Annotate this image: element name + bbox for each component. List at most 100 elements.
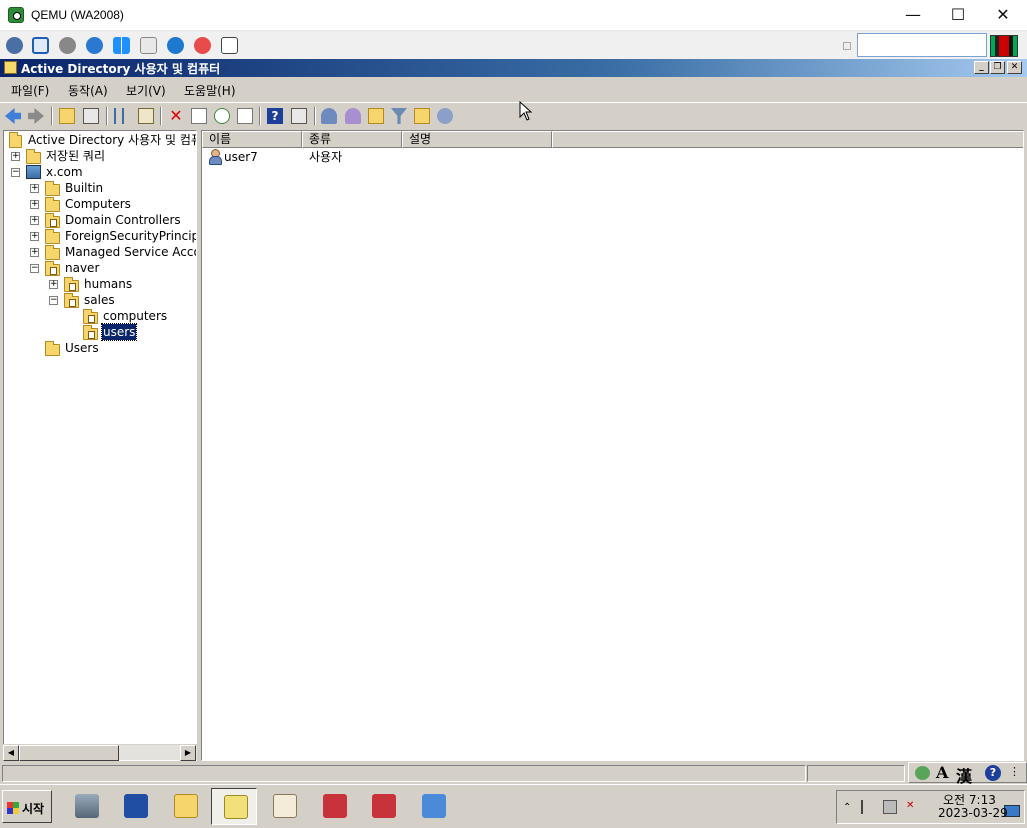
ime-help-button[interactable]: ? (985, 765, 1001, 781)
expand-icon[interactable]: + (30, 200, 39, 209)
gear-icon[interactable] (59, 37, 76, 54)
show-hide-tree-icon[interactable] (83, 108, 99, 124)
ad-users-computers-icon (224, 795, 248, 819)
properties-icon[interactable] (191, 108, 207, 124)
start-label: 시작 (22, 802, 45, 816)
column-header-name[interactable]: 이름 (202, 131, 302, 148)
taskbar-tool-2[interactable] (360, 788, 406, 825)
expand-icon[interactable]: + (30, 184, 39, 193)
tree-item-users[interactable]: Users (4, 340, 194, 356)
clock-date[interactable]: 2023-03-29 (938, 806, 1008, 820)
taskbar-ad-users-computers[interactable] (211, 788, 257, 825)
menu-action[interactable]: 동작(A) (68, 82, 108, 99)
power-off-icon[interactable] (221, 37, 238, 54)
menu-view[interactable]: 보기(V) (126, 82, 166, 99)
taskbar-tool-3[interactable] (410, 788, 456, 825)
result-list[interactable]: 이름 종류 설명 user7 사용자 (201, 130, 1024, 761)
tree-item-computers[interactable]: + Computers (4, 196, 194, 212)
taskbar-explorer[interactable] (162, 788, 208, 825)
qemu-close-button[interactable]: ✕ (980, 0, 1026, 31)
console-tree[interactable]: Active Directory 사용자 및 컴퓨 + 저장된 쿼리 − x.c… (3, 130, 197, 761)
up-level-icon[interactable] (59, 108, 75, 124)
scroll-thumb[interactable] (19, 745, 119, 761)
tree-item-label: Managed Service Acco (65, 245, 197, 259)
expand-icon[interactable]: + (11, 152, 20, 161)
chevron-up-icon[interactable]: ⌃ (843, 802, 851, 813)
paste-icon[interactable] (138, 108, 154, 124)
collapse-icon[interactable]: − (11, 168, 20, 177)
tree-item-domain-controllers[interactable]: + Domain Controllers (4, 212, 194, 228)
find-icon[interactable] (414, 108, 430, 124)
column-header-description[interactable]: 설명 (402, 131, 552, 148)
qemu-title-bar: QEMU (WA2008) — ☐ ✕ (0, 0, 1027, 31)
tree-item-domain[interactable]: − x.com (4, 164, 194, 180)
help-icon[interactable]: ? (267, 108, 283, 124)
windows-icon[interactable] (113, 37, 130, 54)
mmc-close-button[interactable]: ✕ (1007, 61, 1022, 74)
tree-item-sales[interactable]: − sales (4, 292, 194, 308)
mmc-console-icon[interactable] (291, 108, 307, 124)
tree-item-sales-users[interactable]: users (4, 323, 194, 341)
tree-item-humans[interactable]: + humans (4, 276, 194, 292)
tree-item-sales-computers[interactable]: computers (4, 308, 194, 324)
tree-item-naver[interactable]: − naver (4, 260, 194, 276)
ime-mode-indicator[interactable]: A (936, 763, 948, 782)
collapse-icon[interactable]: − (49, 296, 58, 305)
tree-horizontal-scrollbar[interactable]: ◀ ▶ (3, 744, 197, 761)
expand-icon[interactable]: + (49, 280, 58, 289)
refresh-icon[interactable] (86, 37, 103, 54)
expand-icon[interactable]: + (30, 232, 39, 241)
tree-item-builtin[interactable]: + Builtin (4, 180, 194, 196)
taskbar-server-manager[interactable] (63, 788, 109, 825)
color-picker-icon[interactable] (990, 35, 1018, 57)
ime-options-icon[interactable]: ⋮ (1009, 765, 1020, 778)
network-icon[interactable] (6, 37, 23, 54)
export-list-icon[interactable] (237, 108, 253, 124)
back-icon[interactable] (5, 108, 21, 124)
toolbar-separator (314, 107, 316, 125)
tree-item-label: naver (65, 261, 100, 275)
network-tray-icon[interactable] (883, 800, 897, 814)
new-ou-icon[interactable] (368, 108, 384, 124)
mmc-restore-button[interactable]: ❐ (990, 61, 1005, 74)
column-header-type[interactable]: 종류 (302, 131, 402, 148)
row-type: 사용자 (309, 150, 343, 164)
mmc-minimize-button[interactable]: _ (974, 61, 989, 74)
filter-icon[interactable] (391, 108, 407, 124)
disk-icon[interactable] (140, 37, 157, 54)
qemu-maximize-button[interactable]: ☐ (935, 0, 981, 31)
qemu-minimize-button[interactable]: — (890, 0, 936, 31)
flag-icon[interactable] (861, 800, 873, 814)
taskbar-powershell[interactable] (112, 788, 158, 825)
menu-file[interactable]: 파일(F) (11, 82, 49, 99)
expand-icon[interactable]: + (30, 248, 39, 257)
delete-icon[interactable]: ✕ (168, 108, 184, 124)
qemu-search-input[interactable] (857, 33, 987, 57)
stop-icon[interactable] (194, 37, 211, 54)
ime-pen-icon[interactable] (915, 766, 930, 780)
new-group-icon[interactable] (345, 108, 361, 124)
tree-item-foreign-security-principals[interactable]: + ForeignSecurityPrincipa (4, 228, 196, 244)
forward-icon[interactable] (28, 108, 44, 124)
tree-item-label: computers (103, 309, 168, 323)
taskbar-notepad[interactable] (261, 788, 307, 825)
table-row[interactable]: user7 사용자 (206, 149, 546, 165)
menu-help[interactable]: 도움말(H) (184, 82, 236, 99)
cut-icon[interactable] (114, 108, 124, 124)
taskbar-tool-1[interactable] (311, 788, 357, 825)
tree-item-managed-service-accounts[interactable]: + Managed Service Acco (4, 244, 197, 260)
collapse-icon[interactable]: − (30, 264, 39, 273)
taskbar: 시작 ⌃ ✕ (0, 784, 1027, 828)
qemu-option-checkbox[interactable] (843, 42, 851, 50)
expand-icon[interactable]: + (30, 216, 39, 225)
fullscreen-icon[interactable] (32, 37, 49, 54)
tree-item-saved-queries[interactable]: + 저장된 쿼리 (4, 148, 194, 164)
scroll-left-icon[interactable]: ◀ (3, 745, 19, 761)
scroll-right-icon[interactable]: ▶ (180, 745, 196, 761)
refresh-list-icon[interactable] (214, 108, 230, 124)
add-to-group-icon[interactable] (437, 108, 453, 124)
info-icon[interactable] (167, 37, 184, 54)
start-button[interactable]: 시작 (2, 790, 52, 823)
speaker-muted-icon[interactable]: ✕ (906, 800, 920, 814)
new-user-icon[interactable] (321, 108, 337, 124)
